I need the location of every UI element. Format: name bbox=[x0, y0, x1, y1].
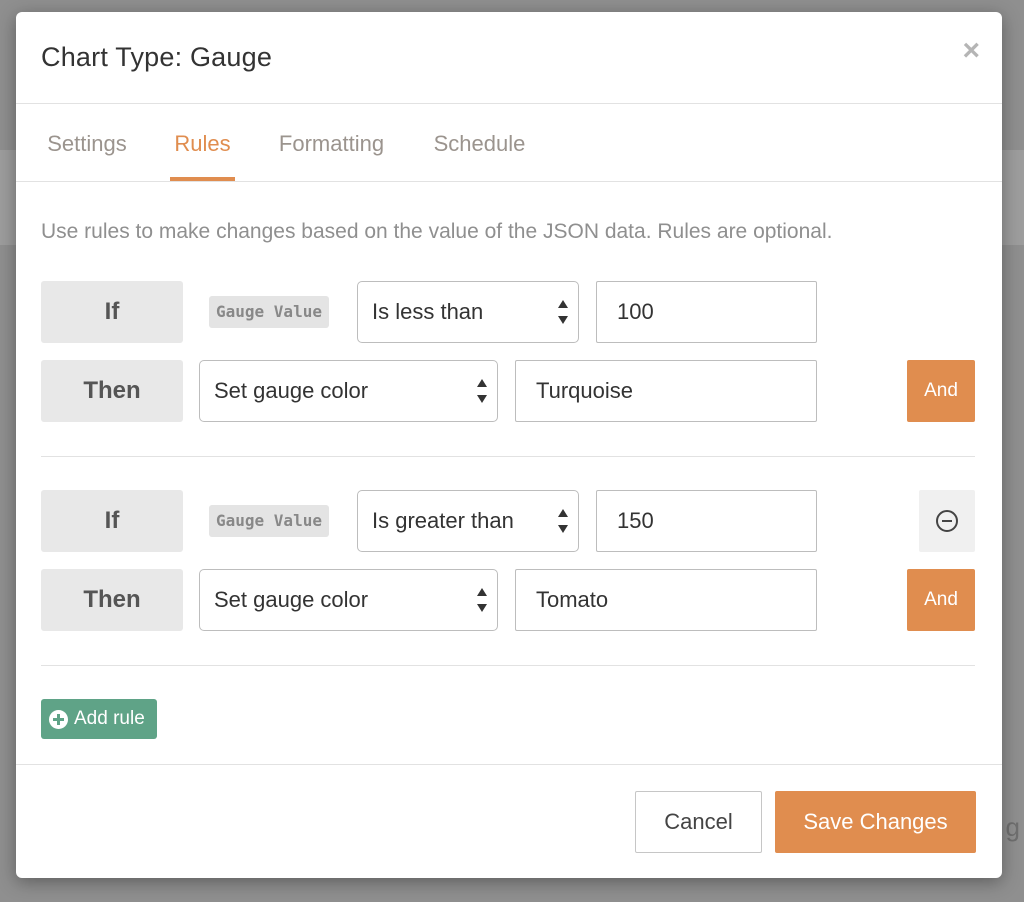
background-page-text: g bbox=[1005, 812, 1020, 842]
tab-schedule[interactable]: Schedule bbox=[431, 104, 528, 182]
rule-1-field-tag: Gauge Value bbox=[209, 296, 329, 328]
rule-1-action-value-input[interactable]: Turquoise bbox=[515, 360, 817, 422]
select-arrows-icon bbox=[477, 588, 487, 612]
rule-2-if-label: If bbox=[41, 490, 183, 552]
rule-1-operator-select[interactable]: Is less than bbox=[357, 281, 579, 343]
rule-1-and-button[interactable]: And bbox=[907, 360, 975, 422]
rule-2-action-value: Set gauge color bbox=[214, 587, 369, 612]
rule-1-action-select[interactable]: Set gauge color bbox=[199, 360, 498, 422]
close-icon[interactable]: × bbox=[962, 36, 980, 66]
rule-1-value-input[interactable]: 100 bbox=[596, 281, 817, 343]
rule-2-and-button[interactable]: And bbox=[907, 569, 975, 631]
add-rule-label: Add rule bbox=[74, 708, 145, 729]
tab-formatting[interactable]: Formatting bbox=[274, 104, 389, 182]
dialog-tabs: Settings Rules Formatting Schedule bbox=[16, 104, 1002, 182]
rule-2-remove-button[interactable] bbox=[919, 490, 975, 552]
rule-1-then-label: Then bbox=[41, 360, 183, 422]
add-rule-button[interactable]: Add rule bbox=[41, 699, 157, 739]
tab-rules[interactable]: Rules bbox=[170, 104, 235, 182]
rule-2-action-select[interactable]: Set gauge color bbox=[199, 569, 498, 631]
save-changes-button[interactable]: Save Changes bbox=[775, 791, 976, 853]
rule-1-if-label: If bbox=[41, 281, 183, 343]
cancel-button[interactable]: Cancel bbox=[635, 791, 762, 853]
rule-1-operator-value: Is less than bbox=[372, 299, 484, 324]
circle-minus-icon bbox=[936, 510, 958, 532]
rules-intro-text: Use rules to make changes based on the v… bbox=[41, 220, 833, 243]
dialog-title: Chart Type: Gauge bbox=[41, 42, 273, 72]
chart-type-dialog: Chart Type: Gauge × Settings Rules Forma… bbox=[16, 12, 1002, 878]
rule-2-then-label: Then bbox=[41, 569, 183, 631]
rule-2-operator-select[interactable]: Is greater than bbox=[357, 490, 579, 552]
select-arrows-icon bbox=[477, 379, 487, 403]
rule-2-action-value-input[interactable]: Tomato bbox=[515, 569, 817, 631]
rule-2-value-input[interactable]: 150 bbox=[596, 490, 817, 552]
rule-2-field-tag: Gauge Value bbox=[209, 505, 329, 537]
select-arrows-icon bbox=[558, 509, 568, 533]
rule-divider bbox=[41, 456, 975, 457]
rule-1-action-value: Set gauge color bbox=[214, 378, 369, 403]
dialog-footer: Cancel Save Changes bbox=[16, 764, 1002, 878]
plus-circle-icon bbox=[49, 709, 68, 729]
select-arrows-icon bbox=[558, 300, 568, 324]
rules-panel: Use rules to make changes based on the v… bbox=[16, 182, 1002, 767]
rule-2-operator-value: Is greater than bbox=[372, 508, 514, 533]
rule-divider bbox=[41, 665, 975, 666]
dialog-header: Chart Type: Gauge × bbox=[16, 12, 1002, 104]
tab-settings[interactable]: Settings bbox=[43, 104, 131, 182]
